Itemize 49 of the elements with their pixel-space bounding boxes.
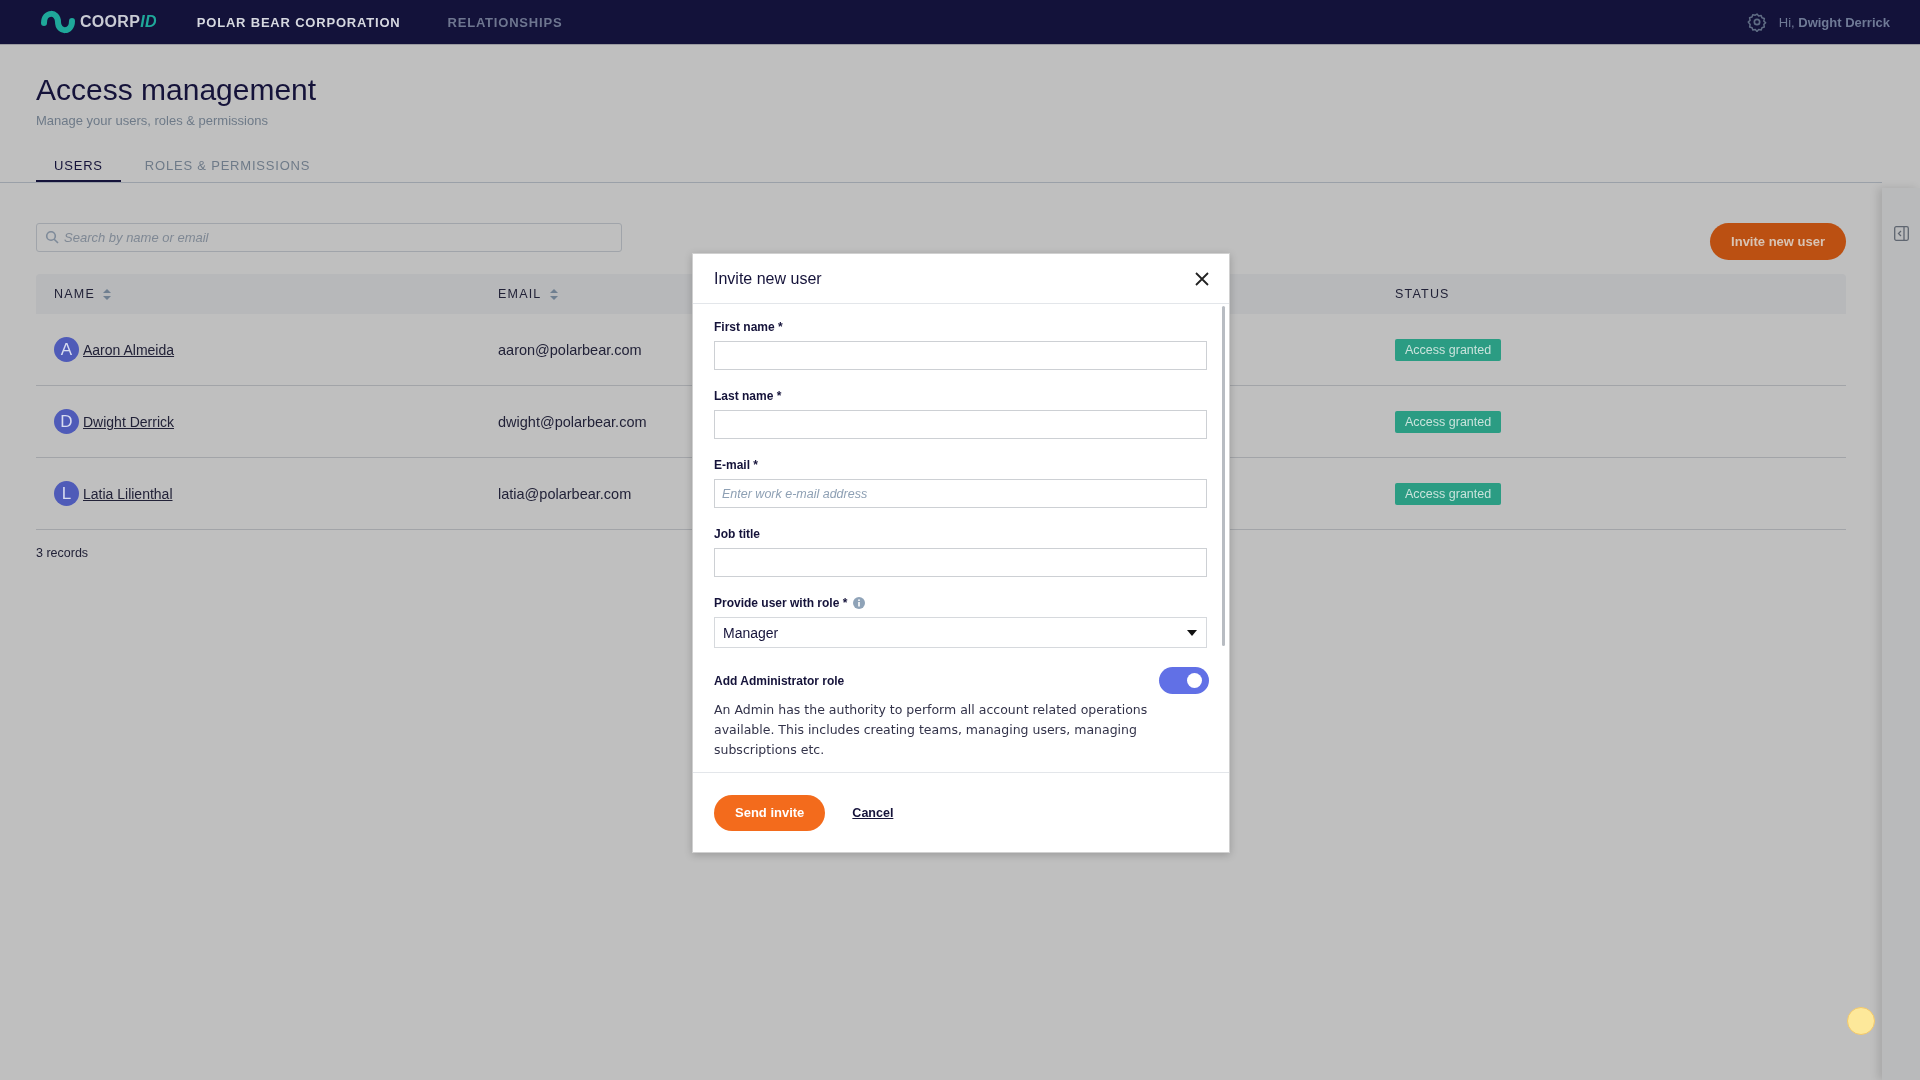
status-badge: Access granted bbox=[1395, 410, 1502, 433]
column-header[interactable]: EMAIL bbox=[498, 287, 542, 301]
column-header[interactable]: STATUS bbox=[1395, 287, 1450, 301]
cancel-link[interactable]: Cancel bbox=[852, 805, 894, 820]
field-label: Job title bbox=[714, 527, 761, 541]
input-field[interactable] bbox=[714, 410, 1207, 439]
field-label: E-mail * bbox=[714, 458, 759, 472]
status-badge: Access granted bbox=[1395, 482, 1502, 505]
toggle-description: An Admin has the authority to perform all account related operations available. This includes creating teams, managing users, managing subscriptions etc. bbox=[714, 701, 1149, 759]
column-header[interactable]: NAME bbox=[54, 287, 95, 301]
sort-icon[interactable] bbox=[102, 288, 111, 300]
page-title: Access management bbox=[36, 73, 318, 107]
admin-toggle[interactable] bbox=[1159, 667, 1209, 694]
field-label: First name * bbox=[714, 320, 784, 334]
table-cell: aaron@polarbear.com bbox=[498, 341, 642, 358]
field-label: Add Administrator role bbox=[714, 673, 845, 688]
user-name-link[interactable]: Dwight Derrick bbox=[83, 413, 174, 430]
search-field[interactable]: Search by name or email bbox=[36, 223, 622, 252]
status-badge: Access granted bbox=[1395, 338, 1502, 361]
nav-link[interactable]: POLAR BEAR CORPORATION bbox=[196, 14, 401, 30]
caret-icon bbox=[1187, 629, 1197, 636]
user-greeting: Hi, Dwight Derrick bbox=[1778, 14, 1890, 30]
cursor-highlight bbox=[1847, 1007, 1875, 1035]
record-count: 3 records bbox=[36, 546, 90, 560]
logo-text: COORPID bbox=[80, 13, 157, 31]
avatar: D bbox=[54, 409, 79, 434]
dialog-title: Invite new user bbox=[714, 269, 822, 288]
page-subtitle: Manage your users, roles & permissions bbox=[36, 113, 269, 128]
input-field[interactable] bbox=[714, 548, 1207, 577]
scrollbar[interactable] bbox=[1222, 306, 1225, 646]
info-icon[interactable] bbox=[853, 597, 866, 609]
user-name-link[interactable]: Latia Lilienthal bbox=[83, 485, 173, 502]
tab[interactable]: USERS bbox=[36, 152, 121, 182]
sort-icon[interactable] bbox=[549, 288, 558, 300]
input-field[interactable]: Enter work e-mail address bbox=[714, 479, 1207, 508]
settings-icon[interactable] bbox=[1746, 12, 1767, 32]
table-cell: latia@polarbear.com bbox=[498, 485, 632, 502]
field-label: Last name * bbox=[714, 389, 783, 403]
avatar: L bbox=[54, 481, 79, 506]
input-field[interactable] bbox=[714, 341, 1207, 370]
avatar: A bbox=[54, 337, 79, 362]
nav-link[interactable]: RELATIONSHIPS bbox=[447, 14, 563, 30]
table-cell: dwight@polarbear.com bbox=[498, 413, 647, 430]
search-icon bbox=[45, 230, 59, 244]
role-dropdown[interactable]: Manager bbox=[714, 617, 1207, 648]
close-icon[interactable] bbox=[1195, 271, 1209, 286]
panel-toggle-icon[interactable] bbox=[1893, 226, 1909, 241]
field-label: Provide user with role * bbox=[714, 596, 848, 610]
user-name-link[interactable]: Aaron Almeida bbox=[83, 341, 175, 358]
